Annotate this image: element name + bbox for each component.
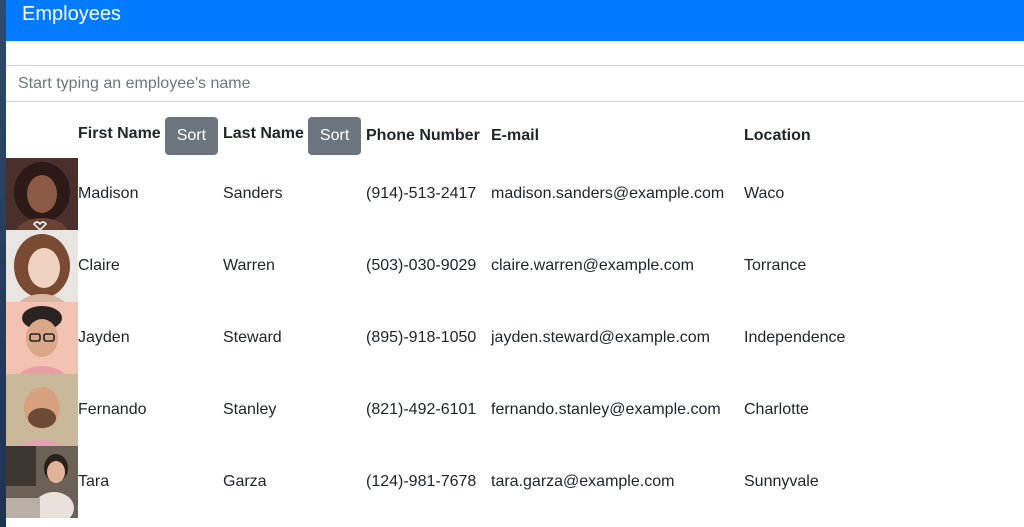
last-name-header-label: Last Name [223, 125, 304, 142]
first-name-header-label: First Name [78, 125, 161, 142]
cell-phone: (124)-981-7678 [366, 473, 477, 490]
cell-location: Sunnyvale [744, 473, 819, 490]
cell-email: fernando.stanley@example.com [491, 401, 721, 418]
cell-first-name: Fernando [78, 401, 147, 418]
cell-first-name: Jayden [78, 329, 130, 346]
email-header-label: E-mail [491, 127, 540, 144]
employee-search-input[interactable] [6, 65, 1024, 102]
sort-last-name-button[interactable]: Sort [307, 117, 362, 155]
table-row: Fernando Stanley (821)-492-6101 fernando… [6, 374, 1024, 446]
employee-table: First Name Sort Last Name Sort Phone Num… [6, 114, 1024, 518]
column-header-first-name: First Name Sort [78, 114, 219, 158]
avatar [6, 230, 78, 302]
cell-email: tara.garza@example.com [491, 473, 675, 490]
sort-first-name-button[interactable]: Sort [164, 117, 219, 155]
cell-email: madison.sanders@example.com [491, 185, 725, 202]
avatar [6, 302, 78, 374]
cell-email: claire.warren@example.com [491, 257, 694, 274]
column-header-location: Location [744, 114, 811, 158]
cell-first-name: Madison [78, 185, 139, 202]
cell-phone: (914)-513-2417 [366, 185, 477, 202]
cell-location: Waco [744, 185, 785, 202]
cell-location: Independence [744, 329, 846, 346]
search-bar [6, 65, 1024, 102]
top-navbar: Employees [6, 0, 1024, 41]
cell-phone: (895)-918-1050 [366, 329, 477, 346]
cell-last-name: Sanders [223, 185, 283, 202]
cell-phone: (503)-030-9029 [366, 257, 477, 274]
cell-last-name: Stanley [223, 401, 277, 418]
avatar [6, 158, 78, 230]
table-row: Claire Warren (503)-030-9029 claire.warr… [6, 230, 1024, 302]
cell-last-name: Garza [223, 473, 267, 490]
cell-last-name: Warren [223, 257, 275, 274]
app-title: Employees [22, 3, 121, 25]
cell-last-name: Steward [223, 329, 282, 346]
cell-email: jayden.steward@example.com [491, 329, 711, 346]
table-header-row: First Name Sort Last Name Sort Phone Num… [6, 114, 1024, 158]
table-row: Madison Sanders (914)-513-2417 madison.s… [6, 158, 1024, 230]
table-row: Tara Garza (124)-981-7678 tara.garza@exa… [6, 446, 1024, 518]
column-header-phone: Phone Number [366, 114, 480, 158]
cell-location: Torrance [744, 257, 807, 274]
cell-first-name: Claire [78, 257, 120, 274]
phone-header-label: Phone Number [366, 127, 480, 144]
location-header-label: Location [744, 127, 811, 144]
table-row: Jayden Steward (895)-918-1050 jayden.ste… [6, 302, 1024, 374]
cell-first-name: Tara [78, 473, 110, 490]
avatar [6, 446, 78, 518]
employee-directory-app: Employees First Name Sort Last Name Sort… [6, 0, 1024, 527]
column-header-email: E-mail [491, 114, 539, 158]
cell-location: Charlotte [744, 401, 809, 418]
cell-phone: (821)-492-6101 [366, 401, 477, 418]
avatar [6, 374, 78, 446]
column-header-last-name: Last Name Sort [223, 114, 362, 158]
